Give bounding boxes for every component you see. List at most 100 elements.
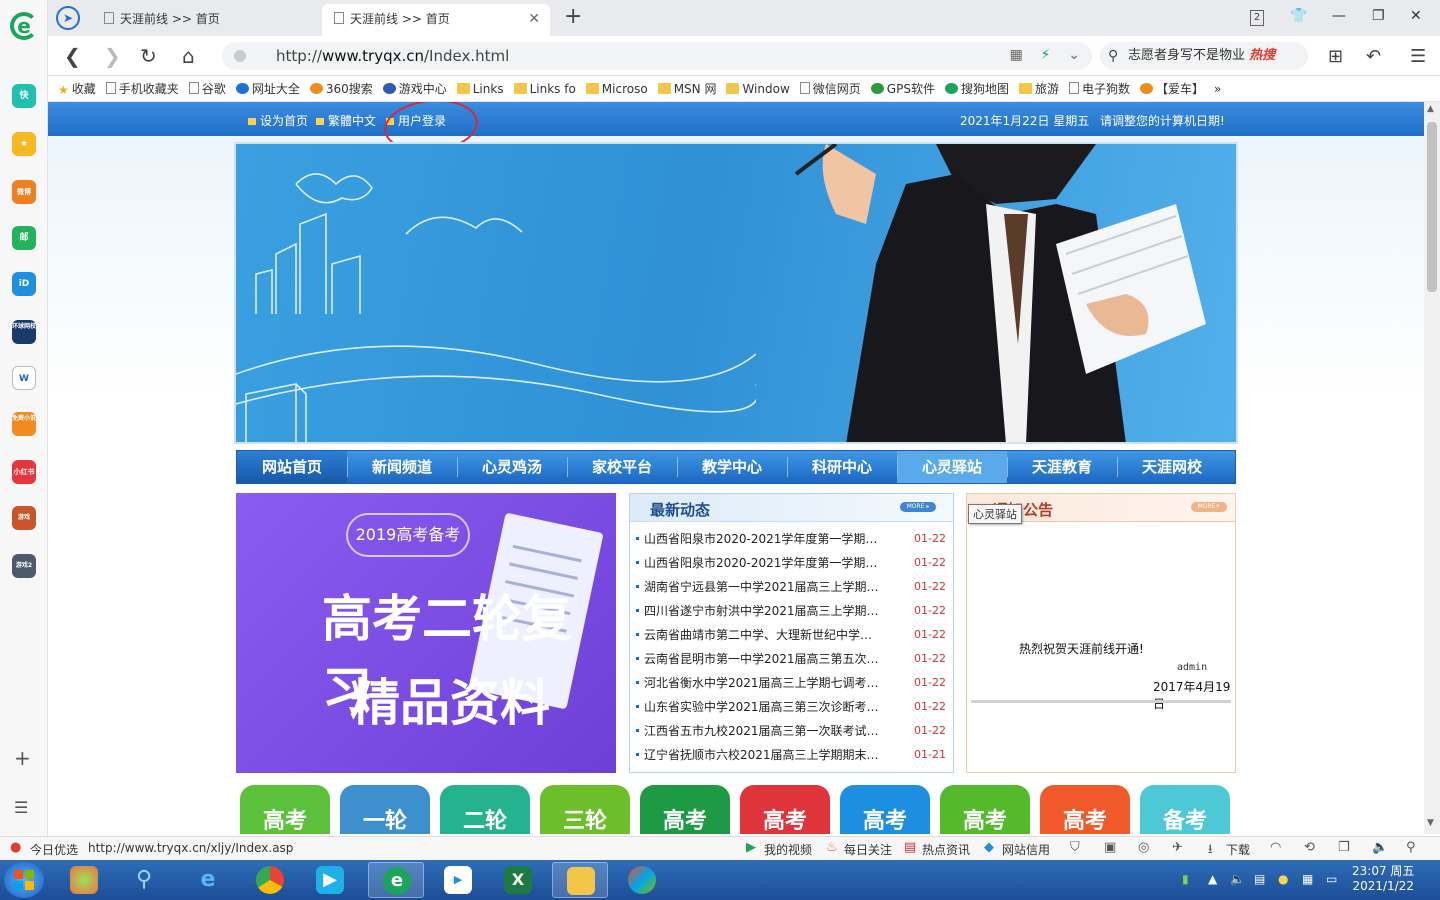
scroll-down-icon[interactable]: ▼ — [1427, 818, 1434, 828]
news-item[interactable]: 云南省昆明市第一中学2021届高三第五次… 01-22 — [636, 650, 946, 674]
category-tile[interactable]: 高考 — [740, 785, 830, 834]
taskbar-app-player[interactable]: ▶ — [302, 862, 358, 898]
tab-2[interactable]: 天涯前线 >> 首页 ✕ — [322, 4, 550, 36]
window-icon[interactable]: ❐ — [1338, 840, 1350, 855]
headset-icon[interactable]: ◠ — [1270, 840, 1281, 855]
taskbar-app-youku[interactable]: ▶ — [430, 862, 486, 898]
news-item-title[interactable]: 辽宁省抚顺市六校2021届高三上学期期末… — [644, 746, 880, 764]
sidebar-mail-icon[interactable]: 邮 — [12, 226, 36, 250]
restore-button[interactable]: ❐ — [1372, 8, 1385, 24]
display-icon[interactable]: ▭ — [1326, 872, 1337, 886]
bookmark-item[interactable]: 旅游 — [1018, 76, 1059, 101]
download-icon[interactable]: ⭳ — [1208, 840, 1213, 862]
volume-icon[interactable]: 🔈 — [1230, 872, 1245, 886]
set-homepage-link[interactable]: 设为首页 — [248, 112, 308, 129]
back-button[interactable]: ❮ — [64, 44, 81, 68]
qr-code-icon[interactable]: ▦ — [1010, 47, 1023, 63]
undo-icon[interactable]: ↶ — [1366, 46, 1381, 67]
news-item[interactable]: 辽宁省抚顺市六校2021届高三上学期期末… 01-21 — [636, 746, 946, 770]
nav-item[interactable]: 教学中心 — [677, 451, 787, 483]
assistant-icon[interactable]: ● — [1278, 872, 1288, 886]
taskbar-app-photos[interactable] — [56, 862, 112, 898]
refresh-button[interactable]: ↻ — [140, 44, 157, 68]
refresh-icon[interactable]: ⟲ — [1304, 840, 1315, 855]
sidebar-app-icon[interactable]: 快 — [12, 84, 36, 108]
apps-grid-icon[interactable]: ⊞ — [1328, 46, 1343, 67]
clock[interactable]: 23:07 周五 2021/1/22 — [1352, 864, 1414, 894]
sidebar-word-icon[interactable]: W — [12, 366, 36, 390]
taskbar-app-search[interactable]: ⚲ — [116, 862, 172, 898]
sidebar-id-icon[interactable]: iD — [12, 272, 36, 296]
news-item[interactable]: 湖南省宁远县第一中学2021届高三上学期… 01-22 — [636, 578, 946, 602]
bookmark-item[interactable]: Microso — [585, 76, 648, 101]
category-tile[interactable]: 高考 — [1040, 785, 1130, 834]
nav-item[interactable]: 科研中心 — [787, 451, 897, 483]
new-tab-button[interactable]: + — [564, 4, 582, 29]
category-tile[interactable]: 二轮 — [440, 785, 530, 834]
news-item-title[interactable]: 云南省昆明市第一中学2021届高三第五次… — [644, 650, 880, 668]
bookmark-item[interactable]: Links — [456, 76, 504, 101]
news-item[interactable]: 河北省衡水中学2021届高三上学期七调考… 01-22 — [636, 674, 946, 698]
start-button[interactable] — [4, 862, 44, 898]
home-button[interactable]: ⌂ — [182, 44, 195, 68]
bookmark-item[interactable]: » — [1214, 76, 1221, 101]
tray-expand-icon[interactable]: ▲ — [1208, 872, 1217, 886]
scroll-thumb[interactable] — [1427, 122, 1437, 292]
category-tile[interactable]: 三轮 — [540, 785, 630, 834]
traditional-chinese-link[interactable]: 繁體中文 — [316, 112, 376, 129]
taskbar-app-browser[interactable]: e — [368, 862, 424, 898]
bookmark-item[interactable]: Window — [726, 76, 790, 101]
news-item-title[interactable]: 江西省五市九校2021届高三第一次联考试… — [644, 722, 880, 740]
tab-1[interactable]: 天涯前线 >> 首页 — [92, 4, 320, 36]
news-more-button[interactable]: MORE ▸ — [900, 502, 936, 512]
sidebar-game2-icon[interactable]: 游戏2 — [12, 554, 36, 578]
category-tile[interactable]: 高考 — [840, 785, 930, 834]
bookmark-item[interactable]: 搜狗地图 — [944, 76, 1009, 101]
my-video[interactable]: 我的视频 — [764, 841, 812, 858]
window-count-badge[interactable]: 2 — [1250, 10, 1264, 26]
url-input[interactable]: http://www.tryqx.cn/Index.html ▦ ⚡ ⌄ — [222, 42, 1092, 70]
nav-item[interactable]: 家校平台 — [567, 451, 677, 483]
close-tab-icon[interactable]: ✕ — [528, 4, 540, 34]
site-credit[interactable]: 网站信用 — [1002, 841, 1050, 858]
vertical-scrollbar[interactable]: ▲ ▼ — [1424, 102, 1440, 834]
news-item-title[interactable]: 山西省阳泉市2020-2021学年度第一学期高… — [644, 530, 880, 548]
nav-item[interactable]: 天涯教育 — [1007, 451, 1117, 483]
news-item-title[interactable]: 云南省曲靖市第二中学、大理新世纪中学… — [644, 626, 880, 644]
battery-icon[interactable]: ▮ — [1182, 872, 1189, 886]
speed-mode-icon[interactable]: ⚡ — [1041, 47, 1051, 63]
sidebar-game-icon[interactable]: 游戏 — [12, 506, 36, 530]
translate-icon[interactable]: ◎ — [1138, 840, 1149, 855]
news-item-title[interactable]: 山东省实验中学2021届高三第三次诊断考… — [644, 698, 880, 716]
shield-icon[interactable]: ⛉ — [1070, 840, 1080, 855]
category-tile[interactable]: 一轮 — [340, 785, 430, 834]
search-input[interactable]: ⚲ 志愿者身写不是物业 热搜 — [1100, 42, 1308, 70]
category-tile[interactable]: 高考 — [640, 785, 730, 834]
category-tile[interactable]: 高考 — [240, 785, 330, 834]
nav-item[interactable]: 天涯网校 — [1117, 451, 1227, 483]
bookmark-item[interactable]: GPS软件 — [870, 76, 935, 101]
news-item-title[interactable]: 四川省遂宁市射洪中学2021届高三上学期… — [644, 602, 880, 620]
rocket-icon[interactable]: ✈ — [1172, 840, 1183, 855]
list-icon[interactable]: ☰ — [14, 798, 28, 817]
bookmark-item[interactable]: 谷歌 — [188, 76, 226, 101]
taskbar-app-ie[interactable]: e — [180, 862, 236, 898]
news-item[interactable]: 山东省实验中学2021届高三第三次诊断考… 01-22 — [636, 698, 946, 722]
chevron-down-icon[interactable]: ⌄ — [1068, 47, 1080, 63]
sidebar-xiaohongshu-icon[interactable]: 小红书 — [12, 460, 36, 484]
bookmark-item[interactable]: ★ 收藏 — [58, 76, 96, 101]
news-item-title[interactable]: 河北省衡水中学2021届高三上学期七调考… — [644, 674, 880, 692]
bookmark-item[interactable]: 游戏中心 — [382, 76, 447, 101]
network-icon[interactable]: ▦ — [1302, 872, 1313, 886]
taskbar-app-paint[interactable] — [614, 862, 670, 898]
notice-more-button[interactable]: MORE+ — [1191, 502, 1227, 512]
category-tile[interactable]: 备考 — [1140, 785, 1230, 834]
news-item[interactable]: 四川省遂宁市射洪中学2021届高三上学期… 01-22 — [636, 602, 946, 626]
sidebar-novel-icon[interactable]: 免费小说 — [12, 412, 36, 436]
sound-icon[interactable]: 🔈 — [1372, 840, 1388, 855]
image-icon[interactable]: ▣ — [1104, 840, 1116, 855]
plus-icon[interactable]: + — [14, 746, 31, 770]
hot-news[interactable]: 热点资讯 — [922, 841, 970, 858]
category-tile[interactable]: 高考 — [940, 785, 1030, 834]
daily-focus[interactable]: 每日关注 — [844, 841, 892, 858]
